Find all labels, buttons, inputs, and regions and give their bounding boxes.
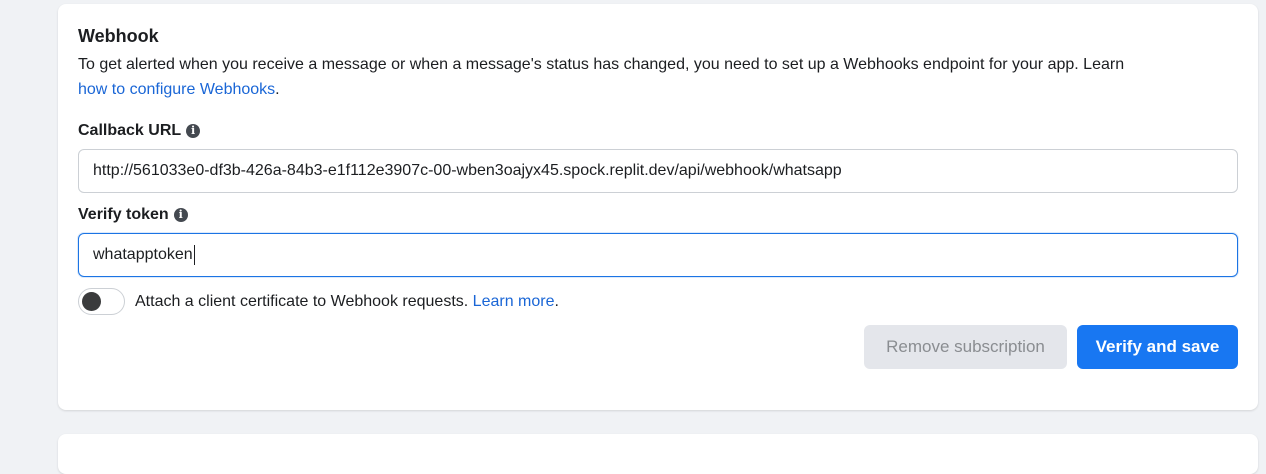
verify-token-input[interactable]: whatapptoken bbox=[78, 233, 1238, 277]
remove-subscription-button[interactable]: Remove subscription bbox=[864, 325, 1067, 369]
next-card bbox=[58, 434, 1258, 474]
callback-url-label-row: Callback URL i bbox=[78, 122, 201, 140]
verify-and-save-button[interactable]: Verify and save bbox=[1077, 325, 1238, 369]
webhook-title: Webhook bbox=[78, 26, 159, 46]
client-certificate-row: Attach a client certificate to Webhook r… bbox=[78, 288, 559, 315]
learn-more-period: . bbox=[554, 292, 559, 310]
description-period: . bbox=[275, 81, 280, 98]
callback-url-label: Callback URL bbox=[78, 122, 182, 139]
info-icon[interactable]: i bbox=[173, 208, 188, 222]
toggle-knob bbox=[82, 292, 101, 311]
client-certificate-text: Attach a client certificate to Webhook r… bbox=[135, 292, 469, 310]
learn-more-link[interactable]: Learn more bbox=[473, 293, 555, 311]
text-caret bbox=[193, 245, 195, 265]
webhook-description-text: To get alerted when you receive a messag… bbox=[78, 56, 1125, 73]
webhook-card: Webhook To get alerted when you receive … bbox=[58, 4, 1258, 410]
verify-token-value: whatapptoken bbox=[93, 246, 193, 263]
client-certificate-toggle[interactable] bbox=[78, 288, 125, 315]
verify-token-label: Verify token bbox=[78, 206, 169, 223]
callback-url-value: http://561033e0-df3b-426a-84b3-e1f112e39… bbox=[93, 162, 842, 179]
configure-webhooks-link[interactable]: how to configure Webhooks bbox=[78, 81, 275, 98]
webhook-description: To get alerted when you receive a messag… bbox=[78, 52, 1248, 102]
callback-url-input[interactable]: http://561033e0-df3b-426a-84b3-e1f112e39… bbox=[78, 149, 1238, 193]
info-icon[interactable]: i bbox=[186, 124, 201, 138]
verify-token-label-row: Verify token i bbox=[78, 206, 188, 224]
